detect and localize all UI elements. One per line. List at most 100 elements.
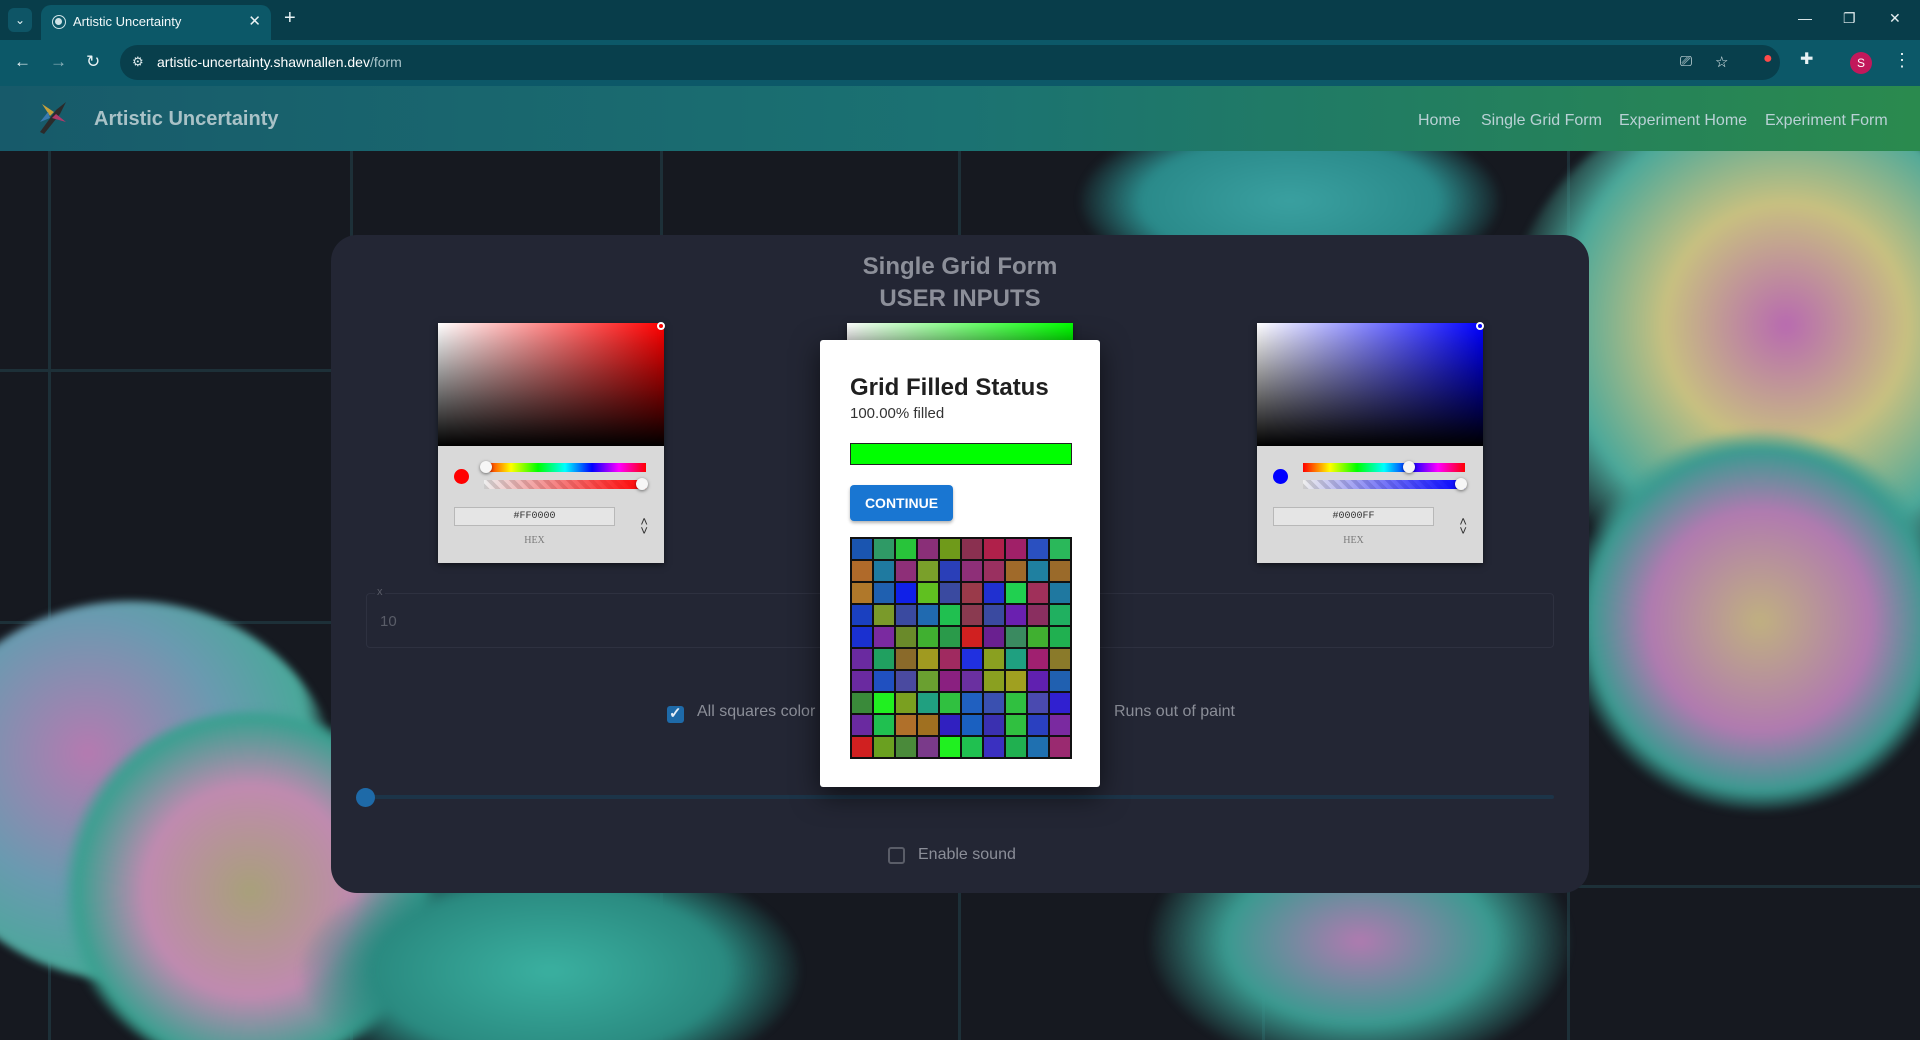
grid-cell [851, 648, 873, 670]
grid-cell [1049, 604, 1071, 626]
hex-input[interactable]: #0000FF [1273, 507, 1434, 526]
grid-cell [873, 714, 895, 736]
grid-cell [895, 582, 917, 604]
grid-cell [961, 626, 983, 648]
browser-tab-active[interactable]: Artistic Uncertainty ✕ [41, 5, 271, 40]
range-slider-thumb[interactable] [356, 788, 375, 807]
grid-cell [917, 714, 939, 736]
grid-size-value[interactable]: 10 [380, 613, 397, 630]
alpha-slider[interactable] [1303, 478, 1467, 490]
hex-input[interactable]: #FF0000 [454, 507, 615, 526]
grid-cell [851, 626, 873, 648]
saturation-area[interactable] [438, 322, 665, 446]
grid-cell [873, 670, 895, 692]
profile-avatar[interactable]: S [1850, 52, 1872, 74]
grid-cell [1005, 626, 1027, 648]
grid-cell [961, 604, 983, 626]
grid-cell [1027, 538, 1049, 560]
grid-cell [851, 736, 873, 758]
hue-knob[interactable] [1403, 461, 1415, 473]
brand-name[interactable]: Artistic Uncertainty [94, 108, 279, 131]
nav-link-single-grid-form[interactable]: Single Grid Form [1481, 112, 1602, 130]
grid-cell [1049, 670, 1071, 692]
grid-cell [1027, 582, 1049, 604]
hue-slider[interactable] [1303, 461, 1465, 473]
grid-cell [1005, 670, 1027, 692]
grid-cell [895, 692, 917, 714]
nav-link-home[interactable]: Home [1418, 112, 1461, 130]
grid-cell [1027, 648, 1049, 670]
install-app-icon[interactable]: ⎚ [1680, 53, 1692, 70]
app-header: Artistic Uncertainty Home Single Grid Fo… [0, 86, 1920, 151]
hex-format-label: HEX [524, 535, 545, 546]
grid-cell [917, 538, 939, 560]
current-color-swatch [454, 469, 469, 484]
grid-cell [873, 692, 895, 714]
format-toggle-icon[interactable]: ˄ ˅ [640, 515, 648, 537]
grid-cell [939, 736, 961, 758]
grid-cell [961, 648, 983, 670]
grid-cell [917, 670, 939, 692]
forward-icon[interactable]: → [50, 52, 67, 72]
close-tab-icon[interactable]: ✕ [248, 12, 261, 30]
all-squares-checkbox[interactable] [667, 704, 684, 723]
grid-cell [917, 692, 939, 714]
format-toggle-icon[interactable]: ˄ ˅ [1459, 515, 1467, 537]
grid-cell [961, 714, 983, 736]
minimize-icon[interactable]: — [1798, 10, 1812, 26]
grid-cell [1027, 714, 1049, 736]
fill-progress-bar [850, 443, 1072, 465]
hue-slider[interactable] [480, 461, 646, 473]
grid-cell [1027, 670, 1049, 692]
grid-filled-status-dialog: Grid Filled Status 100.00% filled CONTIN… [820, 340, 1100, 787]
back-icon[interactable]: ← [14, 52, 31, 72]
grid-cell [1049, 626, 1071, 648]
continue-button[interactable]: CONTINUE [850, 485, 953, 521]
nav-link-experiment-form[interactable]: Experiment Form [1765, 112, 1888, 130]
new-tab-icon[interactable]: + [284, 7, 296, 30]
extension-icon[interactable]: ● [1763, 50, 1773, 68]
grid-cell [1005, 736, 1027, 758]
grid-cell [873, 560, 895, 582]
site-info-icon[interactable]: ⚙ [132, 54, 144, 70]
grid-cell [961, 670, 983, 692]
grid-cell [983, 692, 1005, 714]
alpha-slider[interactable] [484, 478, 648, 490]
reload-icon[interactable]: ↻ [86, 52, 100, 72]
range-slider-track[interactable] [366, 795, 1554, 799]
browser-menu-icon[interactable]: ⋮ [1893, 50, 1911, 71]
saturation-area[interactable] [1257, 322, 1484, 446]
address-bar[interactable]: ⚙ artistic-uncertainty.shawnallen.dev/fo… [120, 45, 1780, 80]
extensions-puzzle-icon[interactable]: ✚ [1800, 49, 1813, 69]
tab-search-icon[interactable]: ⌄ [8, 8, 32, 32]
brand-logo-icon[interactable] [36, 98, 70, 136]
grid-cell [873, 604, 895, 626]
grid-cell [1049, 582, 1071, 604]
bookmark-star-icon[interactable]: ☆ [1715, 53, 1728, 71]
runs-out-of-paint-label: Runs out of paint [1114, 703, 1235, 720]
saturation-handle[interactable] [657, 322, 665, 330]
nav-link-experiment-home[interactable]: Experiment Home [1619, 112, 1747, 130]
alpha-knob[interactable] [1455, 478, 1467, 490]
enable-sound-checkbox[interactable] [888, 847, 905, 864]
grid-cell [961, 560, 983, 582]
alpha-knob[interactable] [636, 478, 648, 490]
grid-cell [873, 626, 895, 648]
fill-percentage: 100.00% filled [850, 405, 945, 422]
grid-cell [1049, 538, 1071, 560]
grid-cell [895, 714, 917, 736]
grid-cell [1005, 714, 1027, 736]
restore-icon[interactable]: ❐ [1843, 10, 1856, 27]
grid-cell [895, 736, 917, 758]
hue-knob[interactable] [480, 461, 492, 473]
saturation-handle[interactable] [1476, 322, 1484, 330]
grid-cell [851, 560, 873, 582]
grid-cell [1027, 736, 1049, 758]
url-path: /form [369, 54, 402, 70]
grid-cell [917, 582, 939, 604]
grid-cell [939, 648, 961, 670]
grid-cell [895, 648, 917, 670]
color-picker-red[interactable]: #FF0000 HEX ˄ ˅ [438, 322, 665, 563]
color-picker-blue[interactable]: #0000FF HEX ˄ ˅ [1257, 322, 1484, 563]
close-window-icon[interactable]: ✕ [1889, 10, 1901, 27]
